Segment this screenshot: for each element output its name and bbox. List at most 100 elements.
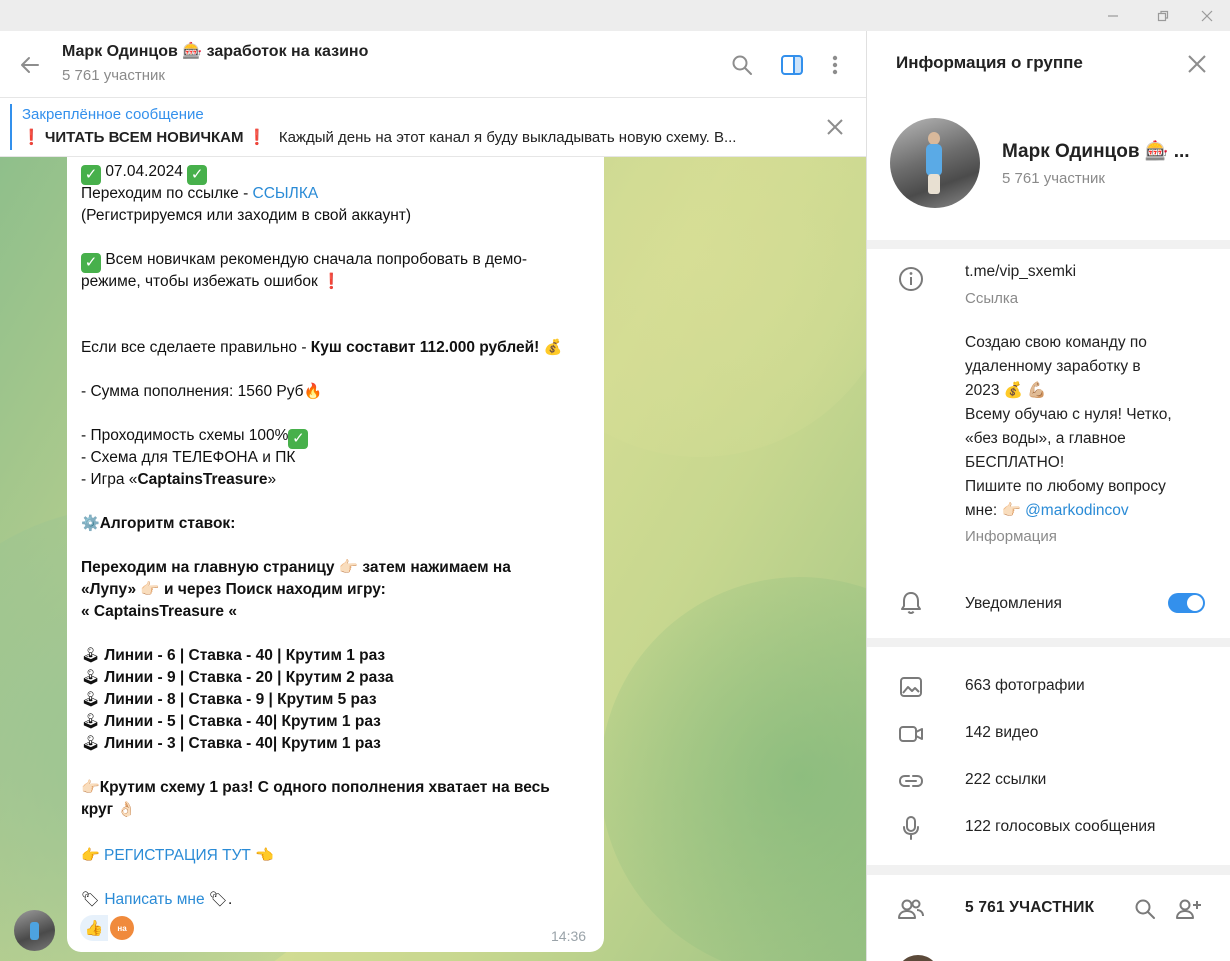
bet-line: Линии - 5 | Ставка - 40| Крутим 1 раз — [104, 713, 381, 730]
message-line: Всем новичкам рекомендую сначала попробо… — [105, 251, 528, 268]
reaction-avatar: на — [110, 916, 134, 940]
chat-header: Марк Одинцов 🎰 заработок на казино 5 761… — [0, 31, 866, 98]
media-links[interactable]: 222 ссылки — [965, 771, 1046, 789]
chat-title[interactable]: Марк Одинцов 🎰 заработок на казино — [62, 41, 368, 61]
message-line: - Игра « — [81, 471, 138, 488]
restore-button[interactable] — [1140, 0, 1186, 31]
members-card: 5 761 УЧАСТНИК — [867, 875, 1230, 961]
registration-link[interactable]: РЕГИСТРАЦИЯ ТУТ — [104, 847, 251, 864]
info-details-card: t.me/vip_sxemki Ссылка Создаю свою коман… — [867, 249, 1230, 638]
message-time: 14:36 — [551, 928, 587, 944]
message-bold-line: Крутим схему 1 раз! С одного пополнения … — [99, 779, 550, 796]
message-line: » — [267, 471, 277, 488]
sender-avatar[interactable] — [14, 910, 55, 951]
close-icon — [1201, 10, 1213, 21]
message-line: - Сумма пополнения: 1560 Руб — [81, 383, 304, 400]
write-me-link[interactable]: Написать мне — [104, 891, 204, 908]
description-line: удаленному заработку в — [965, 358, 1141, 375]
info-panel-title: Информация о группе — [896, 53, 1083, 72]
close-icon — [1188, 55, 1206, 73]
window-titlebar — [0, 0, 1230, 31]
bet-line: Линии - 9 | Ставка - 20 | Крутим 2 раза — [104, 669, 394, 686]
chat-member-count: 5 761 участник — [62, 67, 165, 84]
description-line: Создаю свою команду по — [965, 334, 1147, 351]
info-close-button[interactable] — [1183, 50, 1211, 78]
username-link[interactable]: @markodincov — [1025, 502, 1129, 519]
check-emoji-icon: ✓ — [81, 165, 101, 185]
money-bag-emoji-icon: 💰 — [543, 339, 563, 356]
search-icon — [1135, 899, 1155, 919]
members-title: 5 761 УЧАСТНИК — [965, 899, 1095, 916]
minimize-button[interactable] — [1090, 0, 1136, 31]
photo-icon — [897, 673, 925, 701]
message-reactions[interactable]: 👍 на — [80, 915, 134, 941]
media-voice-messages[interactable]: 122 голосовых сообщения — [965, 818, 1155, 836]
message-line: - Схема для ТЕЛЕФОНА и ПК — [81, 449, 296, 466]
pinned-close-button[interactable] — [822, 114, 848, 140]
message-bold-line: круг — [81, 801, 114, 818]
close-window-button[interactable] — [1184, 0, 1230, 31]
message-text: ✓ 07.04.2024 ✓ Переходим по ссылке - ССЫ… — [81, 161, 601, 911]
pointing-hand-emoji-icon: 👉 — [81, 847, 100, 864]
media-videos[interactable]: 142 видео — [965, 724, 1038, 742]
group-name: Марк Одинцов 🎰 ... — [1002, 141, 1190, 162]
members-search-button[interactable] — [1131, 895, 1159, 923]
group-avatar[interactable] — [890, 118, 980, 208]
pointing-hand-emoji-icon: 👉🏻 — [81, 779, 100, 796]
message-bold-line: «Лупу» 👉🏻 и через Поиск находим игру: — [81, 581, 386, 598]
tag-emoji-icon: 🏷 — [208, 891, 228, 908]
message-date: 07.04.2024 — [105, 163, 183, 180]
add-member-button[interactable] — [1175, 895, 1203, 923]
members-icon — [897, 895, 925, 923]
signup-link[interactable]: ССЫЛКА — [253, 185, 319, 202]
group-member-count: 5 761 участник — [1002, 170, 1105, 187]
thumbs-up-icon: 👍 — [84, 920, 104, 937]
pinned-message-bar[interactable]: Закреплённое сообщение ❗ ЧИТАТЬ ВСЕМ НОВ… — [0, 98, 866, 157]
message-line: Если все сделаете правильно - — [81, 339, 311, 356]
check-emoji-icon: ✓ — [81, 253, 101, 273]
message-bold-line: « CaptainsTreasure « — [81, 603, 237, 620]
close-icon — [827, 119, 843, 135]
message-bold-line: Алгоритм ставок: — [99, 515, 236, 532]
message-line: - Проходимость схемы 100% — [81, 427, 289, 444]
microphone-icon — [897, 814, 925, 842]
joystick-emoji-icon: 🕹 — [81, 713, 101, 730]
pointing-hand-left-emoji-icon: 👈 — [255, 847, 274, 864]
description-line: «без воды», а главное — [965, 430, 1126, 447]
sidebar-toggle-icon — [781, 55, 803, 75]
media-photos[interactable]: 663 фотографии — [965, 677, 1085, 695]
search-button[interactable] — [727, 50, 757, 80]
back-button[interactable] — [14, 49, 46, 81]
link-icon — [897, 767, 925, 795]
description-line: Всему обучаю с нуля! Четко, — [965, 406, 1172, 423]
description-line: мне: 👉🏻 — [965, 502, 1026, 519]
description-line: 2023 💰 💪🏼 — [965, 382, 1047, 399]
info-circle-icon — [897, 265, 925, 293]
fire-emoji-icon: 🔥 — [303, 383, 323, 400]
info-header-card: Информация о группе Марк Одинцов 🎰 ... 5… — [867, 31, 1230, 240]
message-line: (Регистрируемся или заходим в свой аккау… — [81, 207, 412, 224]
game-name: CaptainsTreasure — [137, 471, 268, 488]
message-line: режиме, чтобы избежать ошибок — [81, 273, 318, 290]
message-line: Переходим по ссылке - — [81, 185, 253, 202]
ok-hand-emoji-icon: 👌🏻 — [117, 801, 137, 818]
check-emoji-icon: ✓ — [187, 165, 208, 185]
message-bold-line: Куш составит 112.000 рублей! — [310, 339, 540, 356]
joystick-emoji-icon: 🕹 — [81, 691, 101, 708]
pinned-text-rest: Каждый день на этот канал я буду выклады… — [278, 129, 737, 146]
back-arrow-icon — [21, 57, 39, 73]
notifications-toggle[interactable] — [1168, 593, 1205, 613]
pinned-text-bold: ❗ ЧИТАТЬ ВСЕМ НОВИЧКАМ ❗ — [22, 129, 267, 146]
more-options-button[interactable] — [820, 50, 850, 80]
add-user-icon — [1176, 899, 1201, 919]
sidebar-toggle-button[interactable] — [777, 50, 807, 80]
search-icon — [732, 55, 752, 75]
pinned-text: ❗ ЧИТАТЬ ВСЕМ НОВИЧКАМ ❗ Каждый день на … — [22, 128, 802, 146]
check-emoji-icon: ✓ — [288, 429, 309, 449]
group-link[interactable]: t.me/vip_sxemki — [965, 263, 1076, 281]
message-bold-line: Переходим на главную страницу 👉🏻 затем н… — [81, 559, 511, 576]
tag-emoji-icon: 🏷 — [81, 891, 101, 908]
thumbs-up-reaction[interactable]: 👍 — [80, 915, 108, 941]
bet-line: Линии - 3 | Ставка - 40| Крутим 1 раз — [104, 735, 381, 752]
bet-line: Линии - 8 | Ставка - 9 | Крутим 5 раз — [104, 691, 377, 708]
